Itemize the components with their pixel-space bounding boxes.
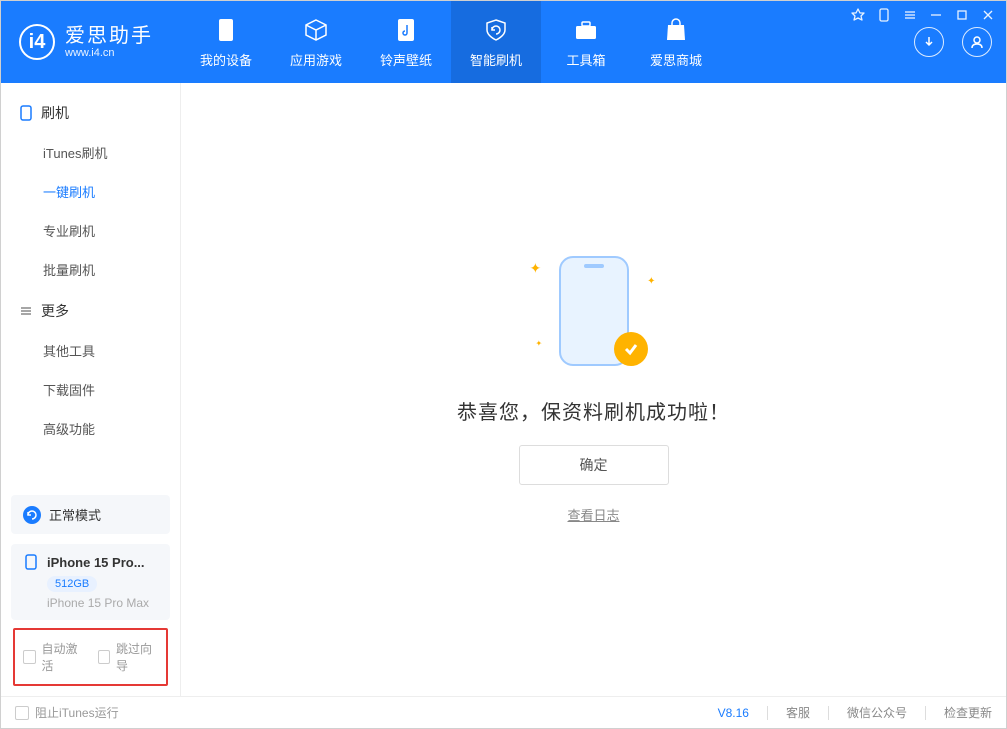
- window-controls: [850, 7, 996, 23]
- separator: [925, 706, 926, 720]
- menu-icon[interactable]: [902, 7, 918, 23]
- sparkle-icon: ✦: [530, 260, 542, 277]
- checkbox-icon[interactable]: [98, 650, 111, 664]
- success-illustration: ✦ ✦ ✦: [534, 256, 654, 376]
- close-icon[interactable]: [980, 7, 996, 23]
- maximize-icon[interactable]: [954, 7, 970, 23]
- storage-badge: 512GB: [47, 576, 97, 592]
- sidebar-item-advanced[interactable]: 高级功能: [1, 409, 180, 448]
- sidebar-item-pro-flash[interactable]: 专业刷机: [1, 211, 180, 250]
- brand-subtitle: www.i4.cn: [65, 47, 153, 59]
- block-itunes-option[interactable]: 阻止iTunes运行: [15, 704, 119, 721]
- checkbox-icon[interactable]: [23, 650, 36, 664]
- nav-label: 铃声壁纸: [380, 50, 432, 69]
- header-right: [914, 27, 992, 57]
- mode-label: 正常模式: [49, 505, 101, 524]
- mode-card[interactable]: 正常模式: [11, 495, 170, 534]
- success-title: 恭喜您，保资料刷机成功啦！: [457, 396, 730, 425]
- sidebar-item-batch-flash[interactable]: 批量刷机: [1, 250, 180, 289]
- brand: i4 爱思助手 www.i4.cn: [1, 24, 181, 60]
- nav-label: 智能刷机: [470, 50, 522, 69]
- device-icon: [212, 16, 240, 44]
- nav-label: 工具箱: [566, 50, 605, 69]
- separator: [767, 706, 768, 720]
- check-badge-icon: [614, 332, 648, 366]
- group-label: 刷机: [41, 103, 69, 123]
- download-icon[interactable]: [914, 27, 944, 57]
- sidebar-item-download-firmware[interactable]: 下载固件: [1, 370, 180, 409]
- nav-ringtone[interactable]: 铃声壁纸: [361, 1, 451, 83]
- sparkle-icon: ✦: [536, 339, 543, 348]
- phone-icon[interactable]: [876, 7, 892, 23]
- toolbox-icon: [572, 16, 600, 44]
- auto-activate-option[interactable]: 自动激活: [23, 640, 84, 674]
- music-file-icon: [392, 16, 420, 44]
- nav-store[interactable]: 爱思商城: [631, 1, 721, 83]
- user-icon[interactable]: [962, 27, 992, 57]
- sidebar: 刷机 iTunes刷机 一键刷机 专业刷机 批量刷机 更多 其他工具 下载固件 …: [1, 83, 181, 696]
- nav-label: 爱思商城: [650, 50, 702, 69]
- nav-toolbox[interactable]: 工具箱: [541, 1, 631, 83]
- skip-wizard-option[interactable]: 跳过向导: [98, 640, 159, 674]
- theme-icon[interactable]: [850, 7, 866, 23]
- top-nav: 我的设备 应用游戏 铃声壁纸 智能刷机 工具箱 爱思商城: [181, 1, 721, 83]
- bag-icon: [662, 16, 690, 44]
- highlighted-options: 自动激活 跳过向导: [13, 628, 168, 686]
- phone-icon: [23, 554, 39, 570]
- refresh-shield-icon: [482, 16, 510, 44]
- nav-my-device[interactable]: 我的设备: [181, 1, 271, 83]
- footer: 阻止iTunes运行 V8.16 客服 微信公众号 检查更新: [1, 696, 1006, 728]
- nav-flash[interactable]: 智能刷机: [451, 1, 541, 83]
- sidebar-item-other-tools[interactable]: 其他工具: [1, 331, 180, 370]
- sidebar-item-itunes-flash[interactable]: iTunes刷机: [1, 133, 180, 172]
- checkbox-icon[interactable]: [15, 706, 29, 720]
- device-card[interactable]: iPhone 15 Pro... 512GB iPhone 15 Pro Max: [11, 544, 170, 620]
- version-label: V8.16: [718, 706, 749, 720]
- view-log-link[interactable]: 查看日志: [567, 505, 619, 524]
- sidebar-item-oneclick-flash[interactable]: 一键刷机: [1, 172, 180, 211]
- nav-label: 应用游戏: [290, 50, 342, 69]
- option-label: 跳过向导: [116, 640, 158, 674]
- separator: [828, 706, 829, 720]
- sparkle-icon: ✦: [647, 276, 655, 287]
- cube-icon: [302, 16, 330, 44]
- app-header: i4 爱思助手 www.i4.cn 我的设备 应用游戏 铃声壁纸 智能刷机 工具…: [1, 1, 1006, 83]
- confirm-button[interactable]: 确定: [519, 445, 669, 485]
- support-link[interactable]: 客服: [786, 704, 810, 721]
- option-label: 阻止iTunes运行: [35, 704, 119, 721]
- nav-label: 我的设备: [200, 50, 252, 69]
- device-name: iPhone 15 Pro...: [47, 555, 145, 570]
- main-content: ✦ ✦ ✦ 恭喜您，保资料刷机成功啦！ 确定 查看日志: [181, 83, 1006, 696]
- device-model: iPhone 15 Pro Max: [47, 596, 158, 610]
- sidebar-group-flash[interactable]: 刷机: [1, 91, 180, 133]
- brand-logo-icon: i4: [19, 24, 55, 60]
- refresh-icon: [23, 506, 41, 524]
- check-update-link[interactable]: 检查更新: [944, 704, 992, 721]
- wechat-link[interactable]: 微信公众号: [847, 704, 907, 721]
- sidebar-group-more[interactable]: 更多: [1, 289, 180, 331]
- more-icon: [19, 304, 33, 318]
- option-label: 自动激活: [42, 640, 84, 674]
- brand-title: 爱思助手: [65, 25, 153, 47]
- phone-icon: [19, 105, 33, 121]
- nav-apps[interactable]: 应用游戏: [271, 1, 361, 83]
- group-label: 更多: [41, 301, 69, 321]
- minimize-icon[interactable]: [928, 7, 944, 23]
